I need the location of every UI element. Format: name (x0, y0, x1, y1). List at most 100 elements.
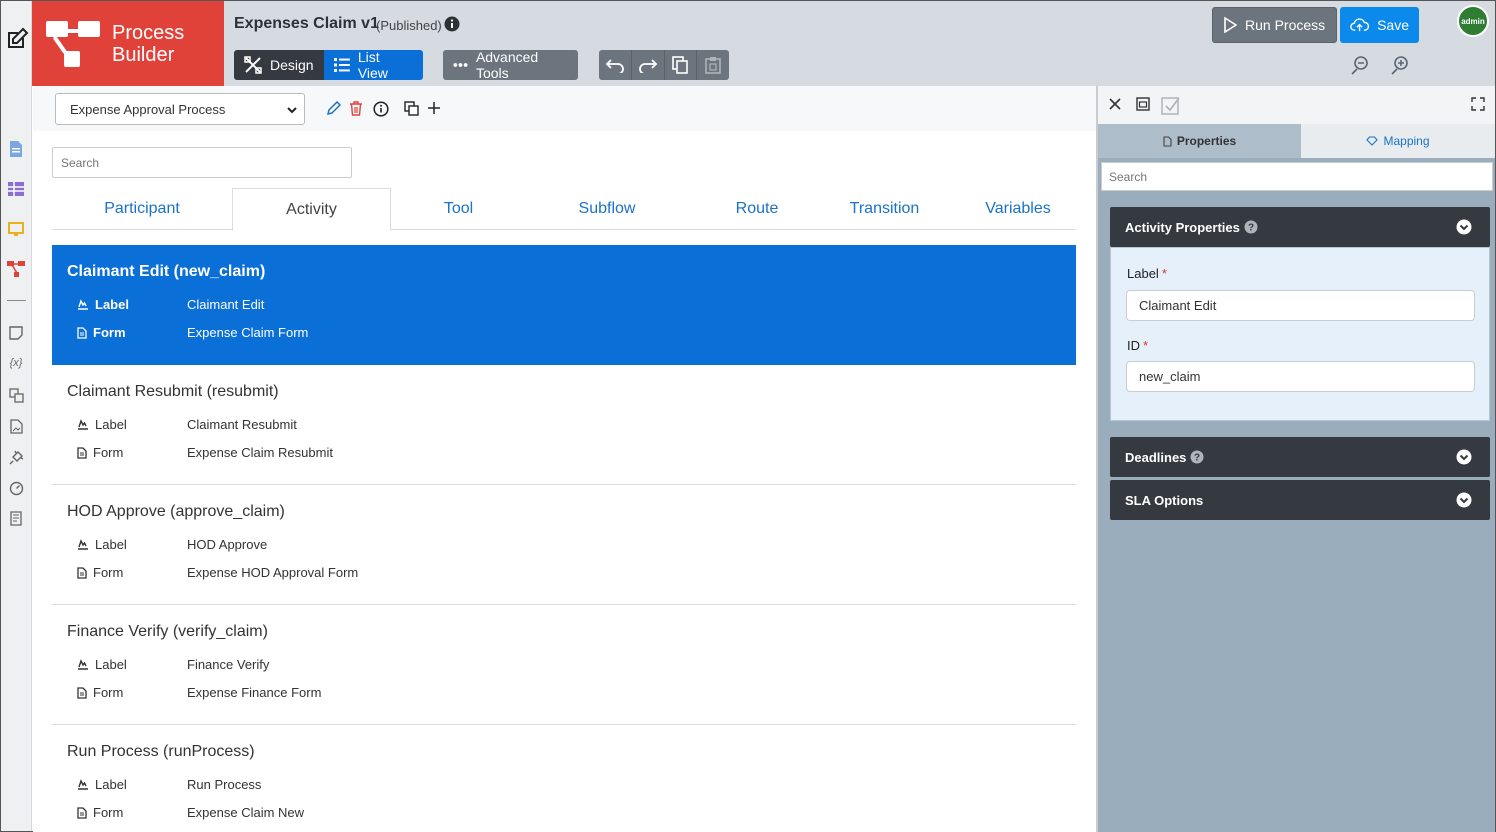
list-item[interactable]: Claimant Edit (new_claim) Label Claimant… (52, 245, 1076, 365)
info-icon[interactable] (373, 101, 389, 120)
report-icon[interactable] (7, 509, 25, 527)
file-text-icon (1163, 135, 1172, 147)
tab-participant[interactable]: Participant (52, 188, 232, 230)
fullscreen-icon[interactable] (1471, 97, 1485, 114)
process-flow-icon[interactable] (7, 260, 25, 278)
main-area: Expense Approval Process Participant Act… (33, 86, 1096, 832)
tab-activity[interactable]: Activity (232, 188, 391, 231)
trash-icon[interactable] (349, 101, 363, 119)
activity-form-field: Form Expense HOD Approval Form (77, 565, 358, 580)
activity-form-field: Form Expense Claim Form (77, 325, 308, 340)
activity-title: Finance Verify (verify_claim) (67, 623, 268, 640)
list-item[interactable]: Finance Verify (verify_claim) Label Fina… (52, 605, 1076, 725)
question-circle-icon[interactable]: ? (1190, 450, 1204, 464)
chevron-circle-down-icon[interactable] (1456, 219, 1472, 235)
design-button[interactable]: Design (234, 50, 324, 80)
advanced-tools-button[interactable]: Advanced Tools (443, 49, 578, 81)
duplicate-icon[interactable] (404, 101, 419, 119)
user-avatar[interactable]: admin (1457, 5, 1489, 37)
svg-text:?: ? (1248, 223, 1254, 234)
list-item[interactable]: Claimant Resubmit (resubmit) Label Claim… (52, 365, 1076, 485)
label-key: Label (95, 537, 127, 552)
process-select-value: Expense Approval Process (70, 101, 226, 117)
app-logo[interactable]: Process Builder (32, 1, 224, 86)
form-key: Form (93, 445, 124, 460)
avatar-text: admin (1461, 16, 1485, 26)
file-icon (77, 326, 87, 339)
list-item[interactable]: Run Process (runProcess) Label Run Proce… (52, 725, 1076, 832)
close-icon[interactable] (1108, 97, 1122, 114)
document-status: (Published) (376, 18, 442, 33)
run-process-button[interactable]: Run Process (1212, 7, 1337, 43)
undo-button[interactable] (599, 50, 632, 80)
activity-form-value: Expense Claim Form (187, 325, 309, 340)
deadlines-title: Deadlines (1125, 449, 1187, 465)
chevron-circle-down-icon[interactable] (1456, 449, 1472, 465)
properties-search-input[interactable] (1101, 162, 1493, 191)
table-icon[interactable] (7, 180, 25, 198)
panel-toolbar (1098, 86, 1495, 124)
redo-button[interactable] (631, 50, 665, 80)
file-icon (77, 686, 87, 699)
save-label: Save (1377, 17, 1409, 33)
activity-label-field: Label Finance Verify (77, 657, 269, 672)
tab-subflow[interactable]: Subflow (532, 188, 682, 230)
properties-panel: Properties Mapping Activity Properties ?… (1098, 86, 1495, 832)
activity-title: Run Process (runProcess) (67, 743, 255, 760)
process-select[interactable]: Expense Approval Process (55, 93, 305, 125)
activity-label-value: Finance Verify (187, 657, 270, 672)
ellipsis-icon (453, 63, 468, 67)
paste-button[interactable] (697, 50, 729, 80)
save-button[interactable]: Save (1340, 7, 1419, 43)
variable-icon[interactable]: {x} (7, 354, 25, 372)
plug-icon[interactable] (7, 448, 25, 466)
document-icon[interactable] (7, 140, 25, 158)
clipboard-icon (705, 57, 721, 74)
activity-tabs: Participant Activity Tool Subflow Route … (52, 188, 1076, 231)
monitor-icon[interactable] (7, 220, 25, 238)
file-image-icon[interactable] (7, 417, 25, 435)
list-view-button[interactable]: List View (324, 49, 423, 81)
zoom-in-icon[interactable] (1390, 55, 1410, 78)
tab-properties[interactable]: Properties (1098, 124, 1301, 158)
label-input[interactable]: Claimant Edit (1126, 290, 1475, 321)
activity-label-field: Label Run Process (77, 777, 261, 792)
pencil-icon[interactable] (326, 100, 342, 119)
diamond-icon (1366, 136, 1379, 146)
list-item[interactable]: HOD Approve (approve_claim) Label HOD Ap… (52, 485, 1076, 605)
question-circle-icon[interactable]: ? (1244, 220, 1258, 234)
tab-transition[interactable]: Transition (822, 188, 947, 230)
advanced-tools-label: Advanced Tools (475, 49, 539, 81)
signature-icon (78, 779, 88, 790)
tab-tool[interactable]: Tool (391, 188, 526, 230)
form-key: Form (93, 805, 124, 820)
activity-form-field: Form Expense Claim New (77, 805, 304, 820)
activity-properties-header[interactable]: Activity Properties ? (1110, 207, 1490, 247)
process-bar: Expense Approval Process (33, 86, 1096, 131)
copy-button[interactable] (664, 50, 698, 80)
zoom-out-icon[interactable] (1350, 55, 1370, 78)
tab-variables[interactable]: Variables (952, 188, 1084, 230)
deadlines-header[interactable]: Deadlines ? (1110, 437, 1490, 477)
left-rail: {x} (1, 1, 32, 831)
logo-line2: Builder (112, 43, 175, 66)
required-mark: * (1161, 266, 1167, 281)
redo-icon (638, 59, 657, 73)
edit-icon[interactable] (5, 27, 29, 51)
chevron-circle-down-icon[interactable] (1456, 492, 1472, 508)
file-icon (77, 566, 87, 579)
activity-form-value: Expense HOD Approval Form (187, 565, 359, 580)
info-circle-icon[interactable] (444, 16, 460, 35)
plus-icon[interactable] (427, 101, 441, 118)
gauge-icon[interactable] (7, 479, 25, 497)
required-mark: * (1143, 338, 1149, 353)
window-icon[interactable] (1136, 97, 1150, 114)
checkbox-icon[interactable] (1161, 95, 1181, 118)
sla-options-header[interactable]: SLA Options (1110, 480, 1490, 520)
search-input[interactable] (52, 147, 352, 178)
id-input[interactable]: new_claim (1126, 361, 1475, 392)
translate-icon[interactable] (7, 386, 25, 404)
tab-route[interactable]: Route (692, 188, 822, 230)
note-icon[interactable] (7, 324, 25, 342)
tab-mapping[interactable]: Mapping (1301, 124, 1495, 158)
